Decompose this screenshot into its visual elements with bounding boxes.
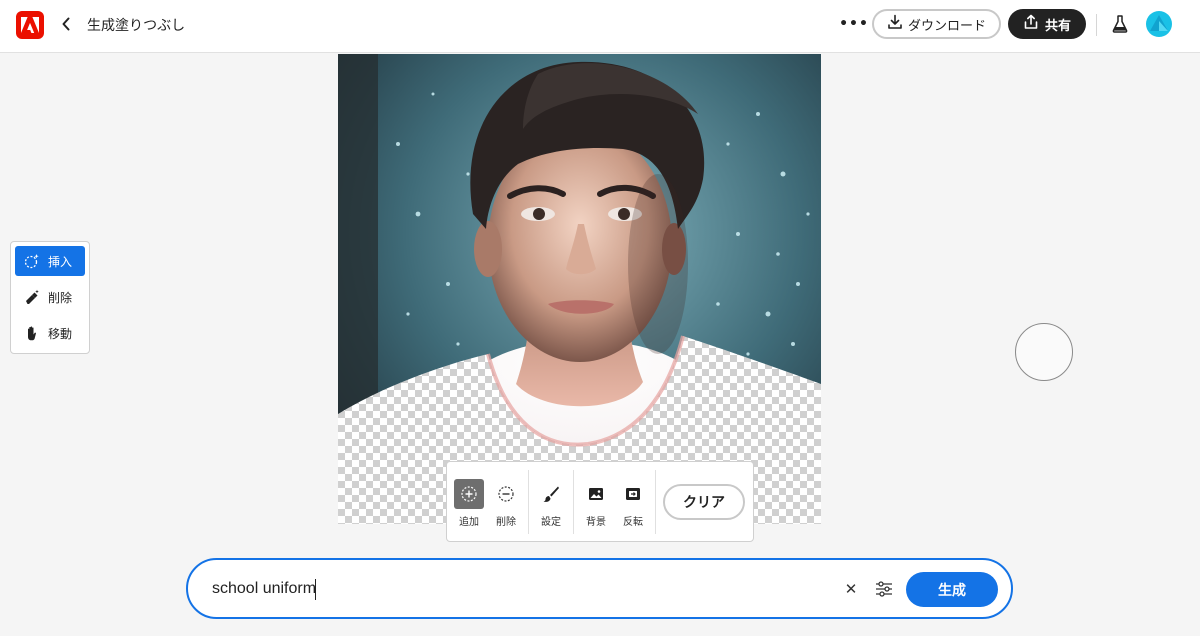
toolbar-divider (655, 470, 656, 534)
top-bar: 生成塗りつぶし ••• ダウンロード 共有 (0, 0, 1200, 53)
hand-icon (24, 325, 40, 341)
invert-icon (618, 479, 648, 509)
generative-fill-tool-panel: 挿入 削除 移動 (10, 241, 90, 354)
selection-toolbar: 追加 削除 設定 背景 反転 クリア (446, 461, 754, 542)
clear-selection-button[interactable]: クリア (663, 484, 745, 520)
portrait-photo (338, 54, 821, 447)
generate-button[interactable]: 生成 (906, 572, 998, 607)
share-icon (1023, 14, 1039, 34)
invert-selection-label: 反転 (623, 517, 643, 528)
adobe-logo-icon[interactable] (16, 11, 44, 39)
share-button[interactable]: 共有 (1008, 9, 1086, 39)
image-icon (581, 479, 611, 509)
tool-remove[interactable]: 削除 (15, 282, 85, 312)
download-label: ダウンロード (907, 18, 986, 34)
invert-selection-button[interactable]: 反転 (617, 479, 649, 528)
settings-sliders-icon[interactable] (874, 579, 894, 599)
subtract-selection-icon (491, 479, 521, 509)
image-canvas[interactable] (338, 54, 821, 524)
brush-icon (536, 479, 566, 509)
prompt-input[interactable] (212, 577, 812, 601)
download-button[interactable]: ダウンロード (872, 9, 1001, 39)
eraser-sparkle-icon (24, 289, 40, 305)
selection-subtract-label: 削除 (496, 517, 516, 528)
toolbar-divider (528, 470, 529, 534)
toolbar-divider (573, 470, 574, 534)
brush-cursor (1015, 323, 1073, 381)
select-background-label: 背景 (586, 517, 606, 528)
header-divider (1096, 14, 1097, 36)
clear-prompt-icon[interactable]: ✕ (842, 580, 860, 598)
tool-move-label: 移動 (48, 326, 73, 341)
flask-icon[interactable] (1109, 13, 1131, 35)
brush-settings-button[interactable]: 設定 (535, 479, 567, 528)
avatar[interactable] (1146, 11, 1172, 37)
tool-insert-label: 挿入 (48, 254, 73, 269)
tool-remove-label: 削除 (48, 290, 73, 305)
text-caret (315, 579, 316, 600)
more-options-icon[interactable]: ••• (839, 14, 868, 34)
brush-settings-label: 設定 (541, 517, 561, 528)
selection-add-button[interactable]: 追加 (453, 479, 485, 528)
tool-move[interactable]: 移動 (15, 318, 85, 348)
tool-insert[interactable]: 挿入 (15, 246, 85, 276)
page-title: 生成塗りつぶし (87, 18, 186, 34)
selection-add-label: 追加 (459, 517, 479, 528)
download-icon (887, 14, 903, 34)
select-background-button[interactable]: 背景 (580, 479, 612, 528)
add-selection-icon (454, 479, 484, 509)
insert-sparkle-icon (24, 253, 40, 269)
prompt-bar: ✕ 生成 (186, 558, 1013, 619)
share-label: 共有 (1044, 18, 1071, 34)
selection-subtract-button[interactable]: 削除 (490, 479, 522, 528)
back-chevron-icon[interactable] (56, 12, 76, 36)
